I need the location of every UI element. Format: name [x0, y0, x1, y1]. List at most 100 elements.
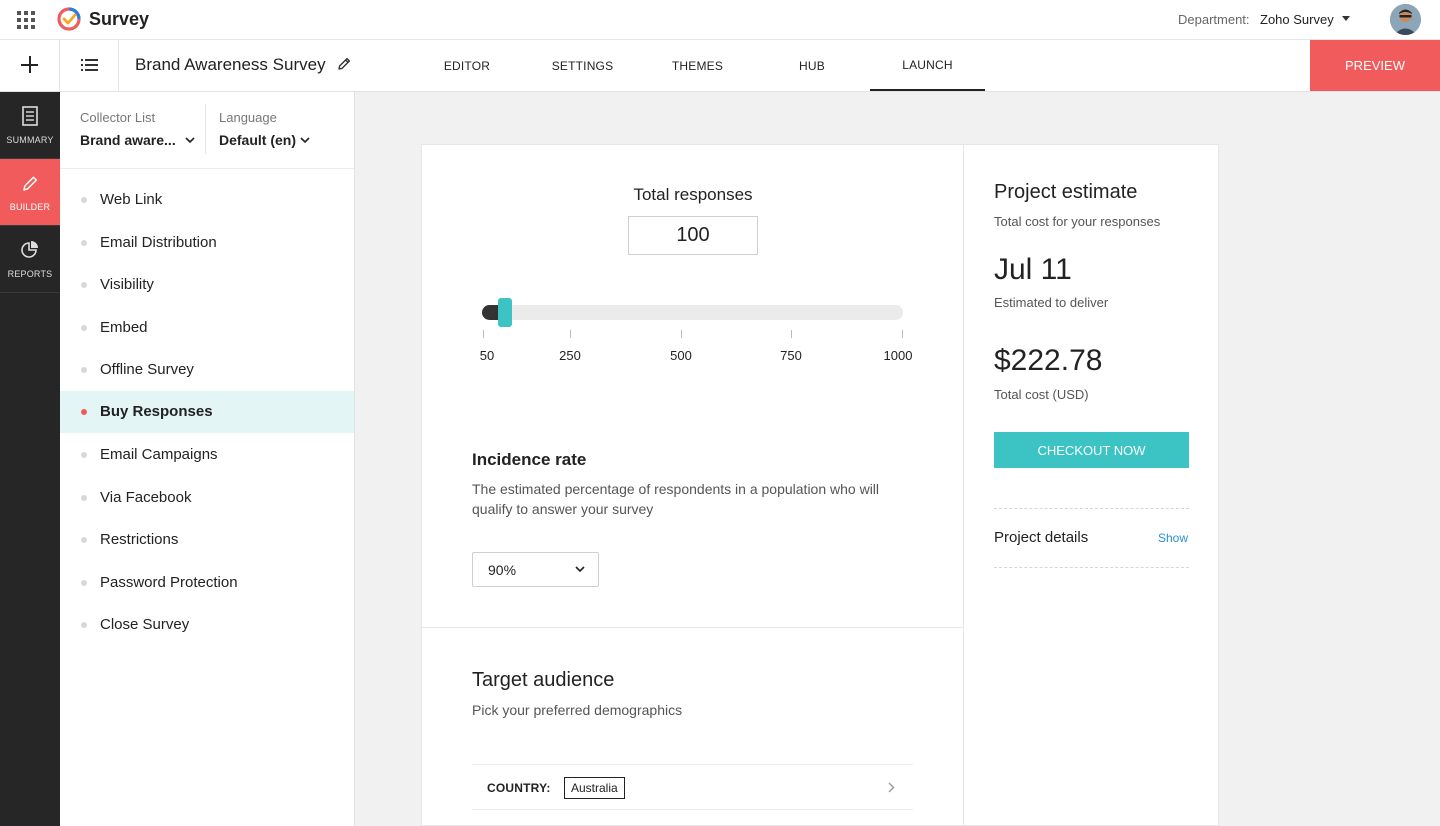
collector-item-restrictions[interactable]: Restrictions [60, 519, 354, 561]
app-name: Survey [89, 9, 150, 29]
divider [994, 508, 1189, 509]
avatar[interactable] [1390, 4, 1421, 35]
tab-hub[interactable]: HUB [780, 40, 844, 91]
collector-item-embed[interactable]: Embed [60, 307, 354, 349]
slider-tick-label: 500 [670, 348, 692, 363]
collector-item-label: Email Campaigns [100, 446, 218, 463]
incidence-rate-select[interactable]: 90% [472, 552, 599, 587]
top-bar: Survey Department: Zoho Survey [0, 0, 1440, 40]
target-audience-title: Target audience [472, 669, 615, 691]
sidebar-item-label: REPORTS [7, 269, 53, 279]
app-grid-icon[interactable] [17, 11, 35, 29]
bullet [81, 197, 87, 203]
incidence-rate-title: Incidence rate [472, 450, 587, 469]
collector-item-visibility[interactable]: Visibility [60, 264, 354, 306]
collector-item-password-protection[interactable]: Password Protection [60, 562, 354, 604]
sidebar-item-summary[interactable]: SUMMARY [0, 92, 60, 159]
bullet [81, 452, 87, 458]
collector-item-label: Embed [100, 319, 148, 336]
edit-title-icon[interactable] [337, 57, 351, 71]
divider [205, 104, 206, 154]
divider [422, 627, 964, 628]
slider-tick-label: 750 [780, 348, 802, 363]
checkout-now-button[interactable]: CHECKOUT NOW [994, 432, 1189, 468]
bullet [81, 409, 87, 415]
slider-tick [902, 330, 903, 338]
slider-tick-label: 50 [479, 348, 495, 363]
responses-slider-track[interactable] [482, 305, 903, 320]
slider-tick [791, 330, 792, 338]
chevron-right-icon [888, 782, 895, 793]
incidence-rate-value: 90% [488, 562, 517, 578]
total-cost-label: Total cost (USD) [994, 387, 1089, 402]
pencil-icon [23, 176, 38, 191]
department-label: Department: [1178, 12, 1250, 27]
project-details-show-link[interactable]: Show [1158, 531, 1188, 545]
collector-item-web-link[interactable]: Web Link [60, 179, 354, 221]
collector-item-offline-survey[interactable]: Offline Survey [60, 349, 354, 391]
add-button[interactable] [0, 40, 60, 91]
language-label: Language [219, 110, 277, 125]
pie-chart-icon [21, 241, 38, 258]
collector-header: Collector List Brand aware... Language D… [60, 92, 354, 169]
tab-themes[interactable]: THEMES [660, 40, 735, 91]
department-select[interactable]: Zoho Survey [1260, 12, 1334, 27]
total-responses-input[interactable]: 100 [628, 216, 758, 255]
collector-item-email-distribution[interactable]: Email Distribution [60, 222, 354, 264]
country-label: COUNTRY: [487, 781, 551, 795]
sidebar-item-builder[interactable]: BUILDER [0, 159, 60, 226]
preview-button[interactable]: PREVIEW [1310, 40, 1440, 91]
collector-item-via-facebook[interactable]: Via Facebook [60, 477, 354, 519]
divider [994, 567, 1189, 568]
bullet [81, 580, 87, 586]
survey-list-button[interactable] [60, 40, 119, 91]
buy-responses-card: Total responses 100 50 250 500 750 1000 … [421, 144, 1219, 826]
total-responses-label: Total responses [633, 185, 753, 204]
bullet [81, 537, 87, 543]
list-icon [81, 59, 98, 71]
collector-item-label: Password Protection [100, 574, 238, 591]
delivery-date: Jul 11 [994, 253, 1072, 286]
chevron-down-icon[interactable] [185, 137, 195, 144]
bullet [81, 325, 87, 331]
project-estimate-panel: Project estimate Total cost for your res… [964, 145, 1219, 826]
sidebar-item-label: BUILDER [9, 202, 51, 212]
slider-tick [570, 330, 571, 338]
tab-settings[interactable]: SETTINGS [540, 40, 625, 91]
collector-item-label: Email Distribution [100, 234, 217, 251]
delivery-date-label: Estimated to deliver [994, 295, 1109, 310]
document-icon [22, 106, 38, 126]
language-select[interactable]: Default (en) [219, 132, 296, 148]
responses-slider-thumb[interactable] [497, 298, 512, 327]
collector-list-select[interactable]: Brand aware... [80, 132, 176, 148]
project-details-label: Project details [994, 529, 1089, 546]
country-filter-row[interactable]: COUNTRY: Australia [472, 764, 913, 810]
slider-tick [483, 330, 484, 338]
collector-item-buy-responses[interactable]: Buy Responses [60, 391, 354, 433]
tab-editor[interactable]: EDITOR [428, 40, 506, 91]
country-tag: Australia [564, 777, 625, 799]
tab-launch[interactable]: LAUNCH [870, 40, 985, 91]
collector-item-label: Close Survey [100, 616, 190, 633]
project-estimate-subtitle: Total cost for your responses [994, 214, 1161, 229]
survey-logo-icon [57, 7, 81, 31]
collector-item-label: Web Link [100, 191, 163, 208]
sidebar-item-label: SUMMARY [6, 135, 54, 145]
collector-item-close-survey[interactable]: Close Survey [60, 604, 354, 646]
bullet [81, 495, 87, 501]
survey-toolbar: Brand Awareness Survey EDITOR SETTINGS T… [0, 40, 1440, 92]
responses-config: Total responses 100 50 250 500 750 1000 … [422, 145, 964, 826]
target-audience-description: Pick your preferred demographics [472, 702, 683, 718]
bullet [81, 240, 87, 246]
collector-item-label: Offline Survey [100, 361, 194, 378]
chevron-down-icon [575, 566, 585, 573]
collector-item-email-campaigns[interactable]: Email Campaigns [60, 434, 354, 476]
caret-down-icon[interactable] [1342, 16, 1350, 21]
chevron-down-icon[interactable] [300, 137, 310, 144]
sidebar-item-reports[interactable]: REPORTS [0, 226, 60, 293]
bullet [81, 282, 87, 288]
collector-item-label: Restrictions [100, 531, 179, 548]
collector-panel: Collector List Brand aware... Language D… [60, 92, 355, 826]
incidence-rate-description: The estimated percentage of respondents … [472, 481, 880, 517]
collector-item-label: Visibility [100, 276, 154, 293]
